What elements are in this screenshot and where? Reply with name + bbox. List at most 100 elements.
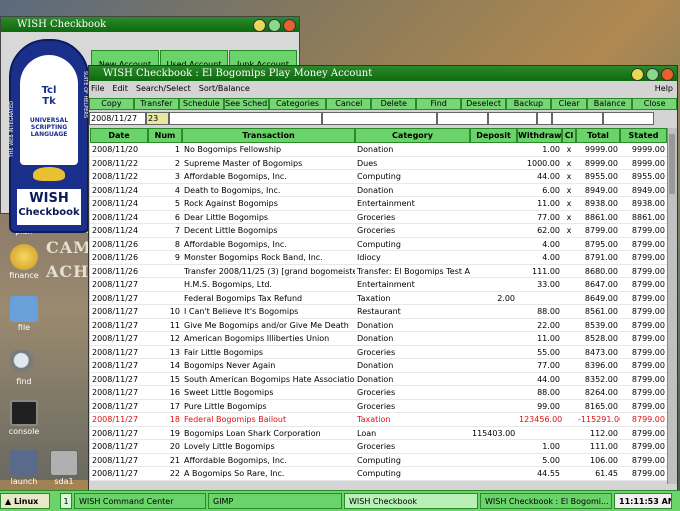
table-row[interactable]: 2008/11/27 21 Affordable Bogomips, Inc. Com… — [90, 453, 667, 467]
copy-button[interactable]: Copy — [89, 98, 134, 110]
table-row[interactable]: 2008/11/27 13 Fair Little Bogomips Grocerie… — [90, 345, 667, 359]
table-row[interactable]: 2008/11/27 14 Bogomips Never Again Donation… — [90, 359, 667, 373]
cell-num: 7 — [148, 224, 182, 238]
table-row[interactable]: 2008/11/27 12 American Bogomips Illibertie… — [90, 332, 667, 346]
vertical-scrollbar[interactable] — [667, 128, 677, 484]
transaction-field[interactable] — [169, 111, 322, 125]
schedule-button[interactable]: Schedule — [178, 98, 224, 110]
task-wish-command-center[interactable]: WISH Command Center — [74, 493, 206, 509]
cancel-button[interactable]: Cancel — [326, 98, 372, 110]
close-icon[interactable] — [283, 19, 296, 32]
total-field[interactable] — [552, 111, 603, 125]
table-row[interactable]: 2008/11/27 20 Lovely Little Bogomips Grocer… — [90, 440, 667, 454]
categories-button[interactable]: Categories — [268, 98, 327, 110]
cell-total: 8352.00 — [576, 372, 620, 386]
cleared-field[interactable] — [537, 111, 552, 125]
close-icon[interactable] — [661, 68, 674, 81]
col-withdraw[interactable]: Withdraw — [517, 128, 562, 143]
backup-button[interactable]: Backup — [506, 98, 551, 110]
maximize-icon[interactable] — [268, 19, 281, 32]
desktop-icon-launch[interactable]: launch — [4, 450, 44, 486]
table-row[interactable]: 2008/11/27 15 South American Bogomips Hate… — [90, 372, 667, 386]
stated-field[interactable] — [603, 111, 654, 125]
table-row[interactable]: 2008/11/27 10 I Can't Believe It's Bogomip… — [90, 305, 667, 319]
table-row[interactable]: 2008/11/22 2 Supreme Master of Bogomips Due… — [90, 156, 667, 170]
deselect-button[interactable]: Deselect — [461, 98, 507, 110]
table-row[interactable]: 2008/11/24 5 Rock Against Bogomips Entertai… — [90, 197, 667, 211]
col-cleared[interactable]: Cl — [562, 128, 576, 143]
see-sched-button[interactable]: See Sched — [223, 98, 269, 110]
task-wish-checkbook[interactable]: WISH Checkbook — [344, 493, 478, 509]
cell-stated: 8861.00 — [620, 210, 667, 224]
cell-cleared — [562, 399, 576, 413]
checkbook-titlebar[interactable]: WISH Checkbook : El Bogomips Play Money … — [89, 66, 677, 81]
desktop-icon-find[interactable]: find — [4, 350, 44, 386]
cell-stated: 8799.00 — [620, 467, 667, 481]
desktop-icon-file[interactable]: file — [4, 296, 44, 332]
console-icon — [10, 400, 38, 426]
date-field[interactable]: 2008/11/27 — [89, 111, 146, 125]
balance-button[interactable]: Balance — [587, 98, 633, 110]
transfer-button[interactable]: Transfer — [133, 98, 179, 110]
table-row[interactable]: 2008/11/22 3 Affordable Bogomips, Inc. Comp… — [90, 170, 667, 184]
category-field[interactable] — [322, 111, 437, 125]
start-button[interactable]: ▲ Linux — [0, 493, 50, 509]
col-category[interactable]: Category — [355, 128, 470, 143]
menu-help[interactable]: Help — [655, 84, 673, 93]
table-row[interactable]: 2008/11/27 19 Bogomips Loan Shark Corporat… — [90, 426, 667, 440]
table-row[interactable]: 2008/11/24 6 Dear Little Bogomips Groceries… — [90, 210, 667, 224]
delete-button[interactable]: Delete — [371, 98, 417, 110]
clear-button[interactable]: Clear — [550, 98, 588, 110]
find-button[interactable]: Find — [416, 98, 462, 110]
table-row[interactable]: 2008/11/27 17 Pure Little Bogomips Grocerie… — [90, 399, 667, 413]
cell-withdraw: 5.00 — [517, 453, 562, 467]
desktop-icon-finance[interactable]: finance — [4, 244, 44, 280]
cell-date: 2008/11/27 — [90, 332, 148, 346]
col-stated[interactable]: Stated — [620, 128, 667, 143]
table-row[interactable]: 2008/11/27 11 Give Me Bogomips and/or Give… — [90, 318, 667, 332]
deposit-field[interactable] — [437, 111, 488, 125]
col-num[interactable]: Num — [148, 128, 182, 143]
table-row[interactable]: 2008/11/27 Federal Bogomips Tax Refund Tax… — [90, 291, 667, 305]
cell-category: Taxation — [355, 291, 470, 305]
col-transaction[interactable]: Transaction — [182, 128, 355, 143]
close-button[interactable]: Close — [632, 98, 678, 110]
cell-cleared — [562, 318, 576, 332]
minimize-icon[interactable] — [253, 19, 266, 32]
menu-edit[interactable]: Edit — [112, 84, 128, 93]
cell-stated: 9999.00 — [620, 143, 667, 157]
table-row[interactable]: 2008/11/26 Transfer 2008/11/25 (3) [grand… — [90, 264, 667, 278]
task-gimp[interactable]: GIMP — [208, 493, 342, 509]
menu-file[interactable]: File — [91, 84, 104, 93]
wish-launcher-titlebar[interactable]: WISH Checkbook — [1, 17, 299, 32]
pager-button[interactable]: 1 — [60, 493, 72, 509]
cell-total: 8649.00 — [576, 291, 620, 305]
table-row[interactable]: 2008/11/27 H.M.S. Bogomips, Ltd. Entertain… — [90, 278, 667, 292]
minimize-icon[interactable] — [631, 68, 644, 81]
task-checkbook-account[interactable]: WISH Checkbook : El Bogomi... — [480, 493, 612, 509]
menu-sort-balance[interactable]: Sort/Balance — [199, 84, 250, 93]
table-row[interactable]: 2008/11/26 9 Monster Bogomips Rock Band, I… — [90, 251, 667, 265]
table-row[interactable]: 2008/11/20 1 No Bogomips Fellowship Donatio… — [90, 143, 667, 157]
table-row[interactable]: 2008/11/24 4 Death to Bogomips, Inc. Donati… — [90, 183, 667, 197]
desktop-icon-console[interactable]: console — [4, 400, 44, 436]
cell-date: 2008/11/27 — [90, 278, 148, 292]
col-date[interactable]: Date — [90, 128, 148, 143]
col-deposit[interactable]: Deposit — [470, 128, 517, 143]
num-field[interactable]: 23 — [146, 111, 169, 125]
maximize-icon[interactable] — [646, 68, 659, 81]
table-row[interactable]: 2008/11/24 7 Decent Little Bogomips Groceri… — [90, 224, 667, 238]
desktop-icon-label: finance — [9, 271, 39, 280]
table-row[interactable]: 2008/11/27 18 Federal Bogomips Bailout Taxa… — [90, 413, 667, 427]
cell-stated: 8938.00 — [620, 197, 667, 211]
table-row[interactable]: 2008/11/26 8 Affordable Bogomips, Inc. Comp… — [90, 237, 667, 251]
withdraw-field[interactable] — [488, 111, 537, 125]
cell-deposit — [470, 237, 517, 251]
desktop-icon-sda1[interactable]: sda1 — [44, 450, 84, 486]
menu-search-select[interactable]: Search/Select — [136, 84, 191, 93]
table-row[interactable]: 2008/11/27 22 A Bogomips So Rare, Inc. Comp… — [90, 467, 667, 481]
table-row[interactable]: 2008/11/27 16 Sweet Little Bogomips Groceri… — [90, 386, 667, 400]
scrollbar-thumb[interactable] — [669, 134, 675, 194]
cell-transaction: Supreme Master of Bogomips — [182, 156, 355, 170]
col-total[interactable]: Total — [576, 128, 620, 143]
